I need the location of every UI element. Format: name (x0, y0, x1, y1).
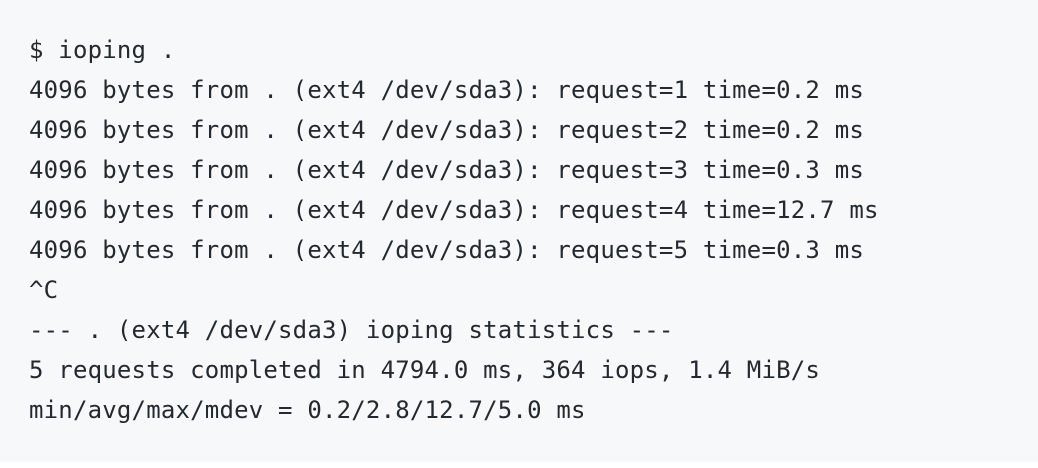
output-line-request-5: 4096 bytes from . (ext4 /dev/sda3): requ… (29, 236, 865, 264)
code-block: $ ioping . 4096 bytes from . (ext4 /dev/… (0, 0, 1038, 462)
output-line-request-2: 4096 bytes from . (ext4 /dev/sda3): requ… (29, 116, 865, 144)
terminal-output: $ ioping . 4096 bytes from . (ext4 /dev/… (29, 30, 879, 430)
output-line-request-3: 4096 bytes from . (ext4 /dev/sda3): requ… (29, 156, 865, 184)
statistics-summary-line: 5 requests completed in 4794.0 ms, 364 i… (29, 356, 821, 384)
interrupt-line: ^C (29, 276, 59, 304)
output-line-request-1: 4096 bytes from . (ext4 /dev/sda3): requ… (29, 76, 865, 104)
command-line: $ ioping . (29, 36, 176, 64)
statistics-header-line: --- . (ext4 /dev/sda3) ioping statistics… (29, 316, 674, 344)
output-line-request-4: 4096 bytes from . (ext4 /dev/sda3): requ… (29, 196, 879, 224)
statistics-timing-line: min/avg/max/mdev = 0.2/2.8/12.7/5.0 ms (29, 396, 586, 424)
